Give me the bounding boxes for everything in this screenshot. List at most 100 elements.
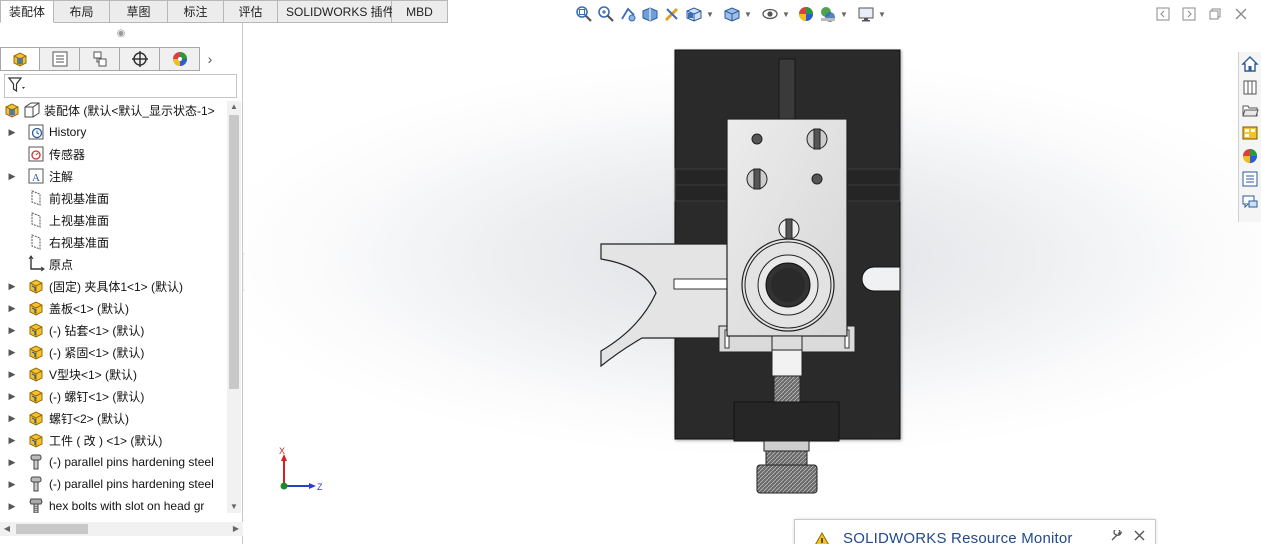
tree-item[interactable]: 传感器 [0,143,228,165]
expand-arrow-icon[interactable]: ▶ [6,479,18,490]
filter-icon[interactable] [7,76,29,97]
tab-assembly[interactable]: 装配体 [0,0,54,23]
apply-scene-icon[interactable] [817,4,839,24]
view-orientation-dropdown-icon[interactable]: ▼ [705,4,715,24]
tree-item-label: (-) 螺钉<1> (默认) [49,389,145,404]
tab-markup[interactable]: 标注 [168,0,224,23]
tree-item[interactable]: ▶ (固定) 夹具体1<1> (默认) [0,275,228,297]
tree-horizontal-scrollbar[interactable]: ◀ ▶ [0,522,243,536]
display-style-icon[interactable] [721,4,743,24]
zoom-to-fit-icon[interactable] [573,4,595,24]
tab-solidworks-addins[interactable]: SOLIDWORKS 插件 [278,0,395,23]
tree-item[interactable]: ▶ 螺钉<2> (默认) [0,407,228,429]
tab-evaluate[interactable]: 评估 [224,0,278,23]
plane-icon [26,211,46,229]
tree-item-label: 原点 [49,257,74,272]
expand-arrow-icon[interactable]: ▶ [6,391,18,402]
expand-arrow-icon[interactable]: ▶ [6,435,18,446]
custom-properties-icon[interactable] [1239,167,1261,190]
file-explorer-icon[interactable] [1239,98,1261,121]
expand-arrow-icon[interactable]: ▶ [6,281,18,292]
tree-item[interactable]: 上视基准面 [0,209,228,231]
expand-arrow-icon[interactable]: ▶ [6,457,18,468]
configuration-manager-icon[interactable] [80,47,120,71]
hide-show-dropdown-icon[interactable]: ▼ [781,4,791,24]
expand-arrow-icon[interactable]: ▶ [6,347,18,358]
assembly-model[interactable] [244,23,1261,544]
edit-appearance-icon[interactable] [795,4,817,24]
expand-arrow-icon[interactable]: ▶ [6,171,18,182]
scroll-down-icon[interactable]: ▼ [227,501,241,513]
tile-left-icon[interactable] [1153,6,1173,22]
view-settings-icon[interactable] [855,4,877,24]
screw-left [746,168,768,190]
tab-layout[interactable]: 布局 [54,0,110,23]
tree-item[interactable]: ▶ (-) 螺钉<1> (默认) [0,385,228,407]
tree-item[interactable]: ▶ (-) parallel pins hardening steel [0,473,228,495]
tree-item[interactable]: ▶ (-) 紧固<1> (默认) [0,341,228,363]
section-view-icon[interactable] [639,4,661,24]
forum-icon[interactable] [1239,190,1261,213]
appearances-scenes-icon[interactable] [1239,144,1261,167]
expand-arrow-icon[interactable]: ▶ [6,303,18,314]
zoom-to-area-icon[interactable] [595,4,617,24]
tree-item[interactable]: ▶ V型块<1> (默认) [0,363,228,385]
expand-arrow-icon[interactable]: ▶ [6,127,18,138]
design-library-icon[interactable] [1239,75,1261,98]
scroll-up-icon[interactable]: ▲ [227,101,241,113]
tree-filter[interactable] [4,74,237,98]
scroll-right-icon[interactable]: ▶ [229,522,243,536]
restore-icon[interactable] [1205,6,1225,22]
feature-manager-icon[interactable] [0,47,40,71]
tree-item[interactable]: ▶ 盖板<1> (默认) [0,297,228,319]
property-manager-icon[interactable] [40,47,80,71]
scroll-thumb-horizontal[interactable] [16,524,88,534]
svg-text:A: A [32,172,40,184]
expand-arrow-icon[interactable]: ▶ [6,369,18,380]
tree-item[interactable]: 原点 [0,253,228,275]
close-icon[interactable] [1231,6,1251,22]
tree-item[interactable]: 右视基准面 [0,231,228,253]
display-style-dropdown-icon[interactable]: ▼ [743,4,753,24]
view-palette-icon[interactable] [1239,121,1261,144]
panel-grip-icon[interactable]: ◉ [0,23,242,45]
task-pane-tabs [1238,52,1261,222]
apply-scene-dropdown-icon[interactable]: ▼ [839,4,849,24]
expand-arrow-icon[interactable]: ▶ [6,325,18,336]
view-orientation-icon[interactable] [683,4,705,24]
scroll-left-icon[interactable]: ◀ [0,522,14,536]
tree-vertical-scrollbar[interactable]: ▲ ▼ [227,101,241,513]
tab-sketch[interactable]: 草图 [110,0,168,23]
dynamic-annotation-icon[interactable] [661,4,683,24]
resource-monitor-popup[interactable]: SOLIDWORKS Resource Monitor [794,519,1156,544]
part-icon [26,343,46,361]
part-icon [26,431,46,449]
chevron-right-icon[interactable]: › [200,47,220,71]
expand-arrow-icon[interactable]: ▶ [6,501,18,512]
tree-root-assembly[interactable]: 装配体 (默认<默认_显示状态-1> [0,99,228,121]
coordinate-triad: X Z [279,446,323,492]
close-popup-icon[interactable] [1134,530,1145,544]
tree-item[interactable]: ▶ (-) parallel pins hardening steel [0,451,228,473]
wrench-icon[interactable] [1110,528,1123,544]
expand-arrow-icon[interactable]: ▶ [6,413,18,424]
tree-item[interactable]: ▶ hex bolts with slot on head gr [0,495,228,513]
sensor-icon [26,145,46,163]
tree-item-label: (-) parallel pins hardening steel [49,455,214,469]
graphics-area[interactable]: X Z [244,23,1261,544]
previous-view-icon[interactable] [617,4,639,24]
tree-item[interactable]: ▶ 工件 ( 改 ) <1> (默认) [0,429,228,451]
display-manager-icon[interactable] [160,47,200,71]
tree-item[interactable]: ▶ (-) 钻套<1> (默认) [0,319,228,341]
dimxpert-manager-icon[interactable] [120,47,160,71]
toolbox-pin-icon [26,475,46,493]
scroll-thumb[interactable] [229,115,239,389]
tree-item[interactable]: ▶ A 注解 [0,165,228,187]
hide-show-items-icon[interactable] [759,4,781,24]
tile-right-icon[interactable] [1179,6,1199,22]
tree-item[interactable]: 前视基准面 [0,187,228,209]
tree-item[interactable]: ▶ History [0,121,228,143]
solidworks-resources-icon[interactable] [1239,52,1261,75]
tab-mbd[interactable]: MBD [392,0,448,23]
view-settings-dropdown-icon[interactable]: ▼ [877,4,887,24]
